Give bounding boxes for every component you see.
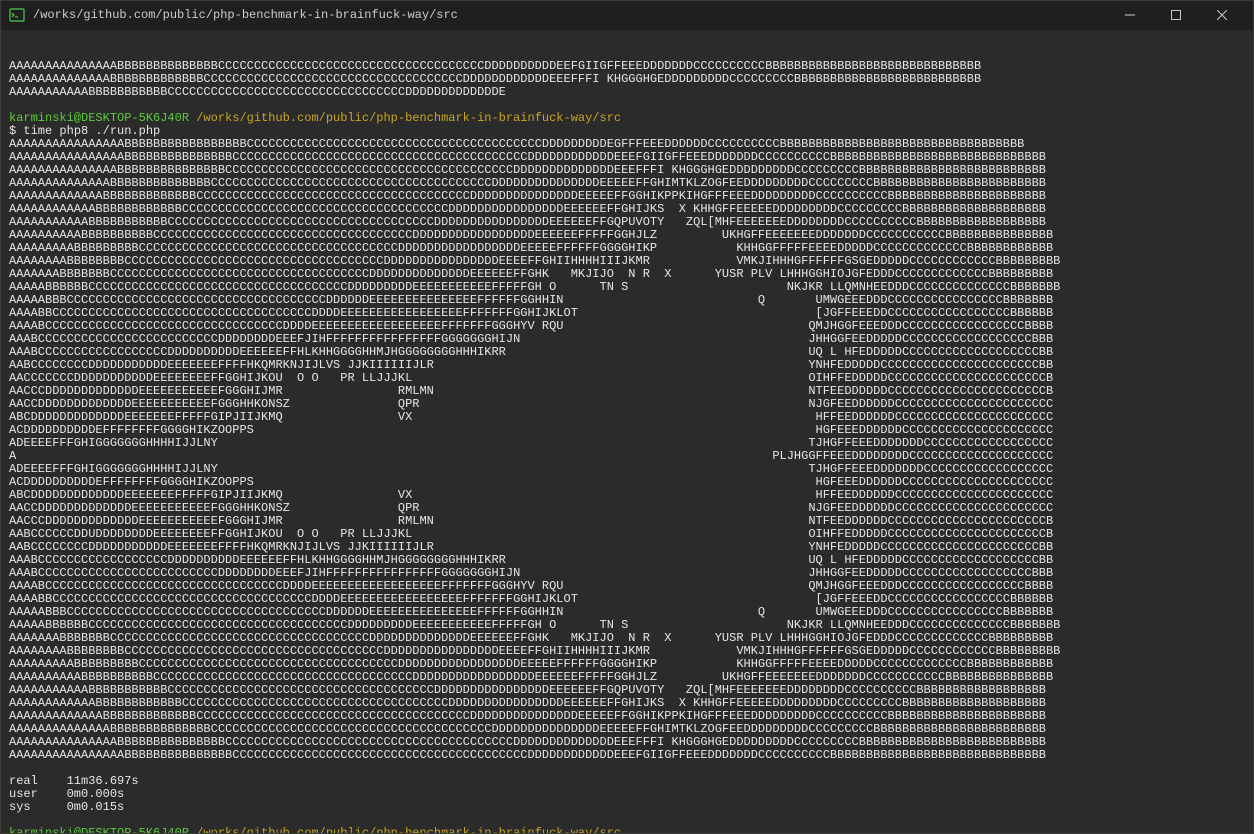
output-text: AAAAAAAABBBBBBBBCCCCCCCCCCCCCCCCCCCCCCCC… (9, 254, 1060, 268)
output-text: AAAAAAABBBBBBBCCCCCCCCCCCCCCCCCCCCCCCCCC… (9, 631, 1053, 645)
output-text: AAAAABBBBBBCCCCCCCCCCCCCCCCCCCCCCCCCCCCC… (9, 280, 1060, 294)
output-text: AAAAAAAAAABBBBBBBBBBCCCCCCCCCCCCCCCCCCCC… (9, 228, 1053, 242)
output-text: AAAABCCCCCCCCCCCCCCCCCCCCCCCCCCCCCCCCCDD… (9, 579, 1053, 593)
output-text: ACDDDDDDDDDDEFFFFFFFFGGGGHIKZOOPPS HGFEE… (9, 475, 1053, 489)
timing-user-value: 0m0.000s (67, 787, 125, 801)
terminal-window: /works/github.com/public/php-benchmark-i… (0, 0, 1254, 834)
timing-sys-value: 0m0.015s (67, 800, 125, 814)
output-text: AAAAAAAAAAAAABBBBBBBBBBBBBCCCCCCCCCCCCCC… (9, 709, 1046, 723)
timing-real-label: real (9, 774, 67, 788)
output-text: ADEEEEFFFGHIGGGGGGGHHHHIJJLNY TJHGFFEEED… (9, 462, 1053, 476)
output-text: AAAAAAAAABBBBBBBBBCCCCCCCCCCCCCCCCCCCCCC… (9, 241, 1053, 255)
close-button[interactable] (1199, 1, 1245, 30)
output-text: AAAAAAABBBBBBBCCCCCCCCCCCCCCCCCCCCCCCCCC… (9, 267, 1053, 281)
output-text: AAAAAAAAAAAAAAABBBBBBBBBBBBBBBCCCCCCCCCC… (9, 735, 1046, 749)
terminal-line: karminski@DESKTOP-5K6J40R /works/github.… (9, 827, 1245, 833)
output-text: AAAAAAAAAAAAAAABBBBBBBBBBBBBBCCCCCCCCCCC… (9, 59, 981, 73)
output-text: AACCCCCCCDDDDDDDDDDDEEEEEEEEFFGGHIJKOU O… (9, 371, 1053, 385)
output-text: AAAAABBBCCCCCCCCCCCCCCCCCCCCCCCCCCCCCCCC… (9, 293, 1053, 307)
window-controls (1107, 1, 1245, 30)
output-text: AAAAAAAAAAABBBBBBBBBBBCCCCCCCCCCCCCCCCCC… (9, 215, 1046, 229)
output-text: AACCCDDDDDDDDDDDDDEEEEEEEEEEEFGGGHIJMR R… (9, 514, 1053, 528)
output-text: AABCCCCCCCCDDDDDDDDDDDEEEEEEEFFFFHKQMRKN… (9, 540, 1053, 554)
output-text: ABCDDDDDDDDDDDDDEEEEEEEFFFFFGIPJIIJKMQ V… (9, 488, 1053, 502)
terminal-line: AAAAAAAAAAAAAAAABBBBBBBBBBBBBBBCCCCCCCCC… (9, 749, 1245, 762)
output-text: AAAAAAAAAAAAAABBBBBBBBBBBBBCCCCCCCCCCCCC… (9, 72, 981, 86)
output-text: AAAAAAAAAAAAAABBBBBBBBBBBBBBCCCCCCCCCCCC… (9, 722, 1046, 736)
prompt-symbol: $ (9, 124, 23, 138)
maximize-button[interactable] (1153, 1, 1199, 30)
output-text: ADEEEEFFFGHIGGGGGGGHHHHIJJLNY TJHGFFEEED… (9, 436, 1053, 450)
prompt-user-host: karminski@DESKTOP-5K6J40R (9, 111, 189, 125)
output-text: AAAAAAAAAAAABBBBBBBBBBBBCCCCCCCCCCCCCCCC… (9, 202, 1046, 216)
output-text: AAAAAAAAABBBBBBBBBCCCCCCCCCCCCCCCCCCCCCC… (9, 657, 1053, 671)
output-text: AAAAABBBBBBCCCCCCCCCCCCCCCCCCCCCCCCCCCCC… (9, 618, 1060, 632)
output-text: ABCDDDDDDDDDDDDDEEEEEEEFFFFFGIPJIIJKMQ V… (9, 410, 1053, 424)
prompt-user-host: karminski@DESKTOP-5K6J40R (9, 826, 189, 833)
terminal-line (9, 762, 1245, 775)
window-title: /works/github.com/public/php-benchmark-i… (33, 8, 458, 22)
terminal-line: sys 0m0.015s (9, 801, 1245, 814)
terminal-icon (9, 7, 25, 23)
output-text: AAAAAAAAAAAAAABBBBBBBBBBBBBBCCCCCCCCCCCC… (9, 176, 1046, 190)
output-text: ACDDDDDDDDDDEFFFFFFFFGGGGHIKZOOPPS HGFEE… (9, 423, 1053, 437)
output-text: AAAAAAAAAAAAAAABBBBBBBBBBBBBBBCCCCCCCCCC… (9, 163, 1046, 177)
output-text: AAAAAAAAAAAAAAAABBBBBBBBBBBBBBBCCCCCCCCC… (9, 150, 1046, 164)
terminal-line: AAAAAAAAAAABBBBBBBBBBBCCCCCCCCCCCCCCCCCC… (9, 86, 1245, 99)
output-text: AACCCDDDDDDDDDDDDDEEEEEEEEEEEFGGGHIJMR R… (9, 384, 1053, 398)
terminal-line: user 0m0.000s (9, 788, 1245, 801)
output-text: AAAAAAAAAAAAABBBBBBBBBBBBBCCCCCCCCCCCCCC… (9, 189, 1046, 203)
output-text: AAABCCCCCCCCCCCCCCCCCCDDDDDDDDDDEEEEEEFF… (9, 553, 1053, 567)
output-text: AABCCCCCCCCDDDDDDDDDDDEEEEEEEFFFFHKQMRKN… (9, 358, 1053, 372)
timing-user-label: user (9, 787, 67, 801)
output-text: AAABCCCCCCCCCCCCCCCCCCCCCCCCCDDDDDDDDEEE… (9, 566, 1053, 580)
terminal-body[interactable]: AAAAAAAAAAAAAAABBBBBBBBBBBBBBCCCCCCCCCCC… (1, 30, 1253, 833)
output-text: AABCCCCCCDDUDDDDDDDDEEEEEEEEFFGGHIJKOU O… (9, 527, 1053, 541)
output-text: AACCDDDDDDDDDDDDDEEEEEEEEEEEFGGGHHKONSZ … (9, 397, 1053, 411)
prompt-path: /works/github.com/public/php-benchmark-i… (196, 826, 621, 833)
output-text: AAAAAAAAAAAAAAAABBBBBBBBBBBBBBBCCCCCCCCC… (9, 748, 1046, 762)
output-text: AAAAAAAABBBBBBBBCCCCCCCCCCCCCCCCCCCCCCCC… (9, 644, 1060, 658)
terminal-line: karminski@DESKTOP-5K6J40R /works/github.… (9, 112, 1245, 125)
terminal-line: real 11m36.697s (9, 775, 1245, 788)
output-text: AAAAAAAAAABBBBBBBBBBCCCCCCCCCCCCCCCCCCCC… (9, 670, 1053, 684)
output-text: AACCDDDDDDDDDDDDDEEEEEEEEEEEFGGGHHKONSZ … (9, 501, 1053, 515)
output-text: AAAABBCCCCCCCCCCCCCCCCCCCCCCCCCCCCCCCCCC… (9, 592, 1053, 606)
prompt-path: /works/github.com/public/php-benchmark-i… (196, 111, 621, 125)
titlebar[interactable]: /works/github.com/public/php-benchmark-i… (1, 1, 1253, 30)
output-text: AAAABBCCCCCCCCCCCCCCCCCCCCCCCCCCCCCCCCCC… (9, 306, 1053, 320)
output-text: A PLJHGGFFEEEDDDDDDDDCCCCCCCCCCCCCCCCCCC… (9, 449, 1053, 463)
minimize-button[interactable] (1107, 1, 1153, 30)
output-text: AAABCCCCCCCCCCCCCCCCCCDDDDDDDDDDEEEEEEFF… (9, 345, 1053, 359)
output-text: AAAAAAAAAAAAAAAABBBBBBBBBBBBBBBBBCCCCCCC… (9, 137, 1024, 151)
output-text: AAAAAAAAAAAABBBBBBBBBBBBCCCCCCCCCCCCCCCC… (9, 696, 1046, 710)
command-text: time php8 ./run.php (23, 124, 160, 138)
output-text: AAAAAAAAAAABBBBBBBBBBBCCCCCCCCCCCCCCCCCC… (9, 683, 1046, 697)
output-text: AAABCCCCCCCCCCCCCCCCCCCCCCCCCDDDDDDDDEEE… (9, 332, 1053, 346)
output-text: AAAAAAAAAAABBBBBBBBBBBCCCCCCCCCCCCCCCCCC… (9, 85, 506, 99)
output-text: AAAABCCCCCCCCCCCCCCCCCCCCCCCCCCCCCCCCCDD… (9, 319, 1053, 333)
output-text: AAAAABBBCCCCCCCCCCCCCCCCCCCCCCCCCCCCCCCC… (9, 605, 1053, 619)
timing-real-value: 11m36.697s (67, 774, 139, 788)
timing-sys-label: sys (9, 800, 67, 814)
